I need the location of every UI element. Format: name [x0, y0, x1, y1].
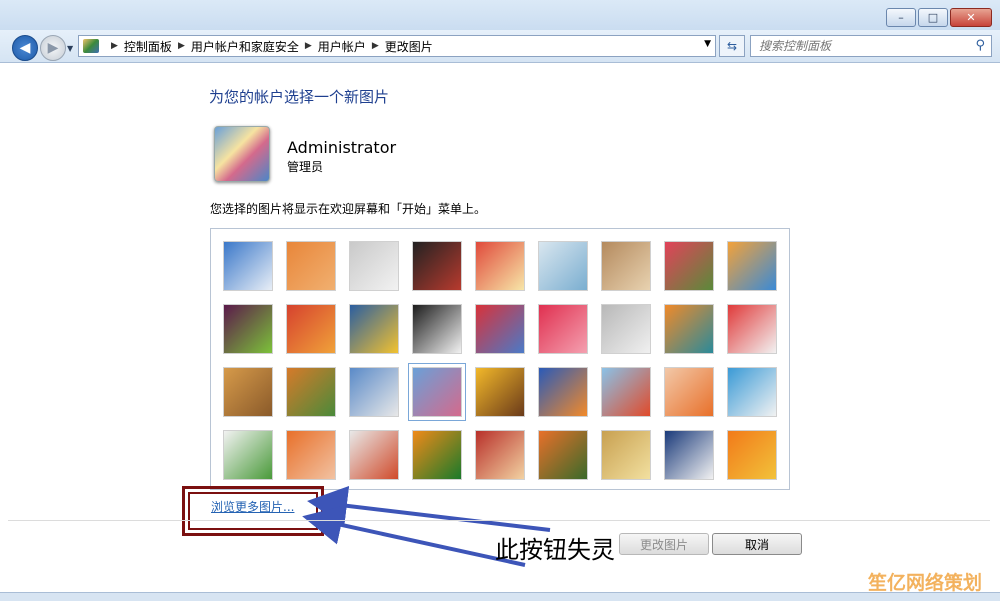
- forward-button[interactable]: ▶: [40, 35, 66, 61]
- user-name: Administrator: [287, 138, 397, 157]
- picture-pinwheel[interactable]: [727, 241, 777, 291]
- address-bar[interactable]: ▶ 控制面板 ▶ 用户帐户和家庭安全 ▶ 用户帐户 ▶ 更改图片 ▼: [78, 35, 716, 57]
- picture-textile[interactable]: [286, 430, 336, 480]
- control-panel-window: – □ ✕ ◀ ▶ ▼ ▶ 控制面板 ▶ 用户帐户和家庭安全 ▶ 用户帐户 ▶ …: [0, 0, 1000, 601]
- picture-gerbera[interactable]: [727, 430, 777, 480]
- footer-divider: [8, 520, 990, 521]
- back-button[interactable]: ◀: [12, 35, 38, 61]
- picture-stairs[interactable]: [664, 304, 714, 354]
- user-role: 管理员: [287, 160, 324, 174]
- picture-toy-robot[interactable]: [349, 367, 399, 417]
- picture-ribbons[interactable]: [408, 363, 466, 421]
- picture-lighthouse[interactable]: [664, 430, 714, 480]
- picture-kitten[interactable]: [601, 241, 651, 291]
- maximize-button[interactable]: □: [918, 8, 948, 27]
- picture-guitar[interactable]: [223, 367, 273, 417]
- picture-doll[interactable]: [664, 367, 714, 417]
- picture-spinning-top[interactable]: [538, 241, 588, 291]
- picture-window-green[interactable]: [412, 430, 462, 480]
- picture-pattern-red[interactable]: [475, 430, 525, 480]
- breadcrumb-control-panel[interactable]: 控制面板: [124, 38, 172, 55]
- window-controls: – □ ✕: [886, 8, 992, 27]
- picture-origami-crane[interactable]: [727, 304, 777, 354]
- search-icon[interactable]: ⚲: [975, 38, 985, 53]
- picture-marbles[interactable]: [349, 430, 399, 480]
- picture-spiral-shell[interactable]: [601, 430, 651, 480]
- recent-pages-dropdown-icon[interactable]: ▼: [67, 44, 73, 53]
- picture-pomeranian[interactable]: [286, 367, 336, 417]
- picture-vinyl-record[interactable]: [412, 241, 462, 291]
- annotation-caption: 此按钮失灵: [495, 536, 615, 564]
- picture-crayons[interactable]: [475, 304, 525, 354]
- search-box[interactable]: ⚲: [750, 35, 992, 57]
- page-title: 为您的帐户选择一个新图片: [209, 88, 390, 106]
- cancel-button[interactable]: 取消: [712, 533, 802, 555]
- picture-leaf[interactable]: [349, 304, 399, 354]
- picture-butterfly[interactable]: [538, 430, 588, 480]
- close-button[interactable]: ✕: [950, 8, 992, 27]
- picture-sailboat[interactable]: [727, 367, 777, 417]
- picture-starfish[interactable]: [286, 241, 336, 291]
- picture-flower-pink[interactable]: [664, 241, 714, 291]
- picture-hot-air-balloon[interactable]: [601, 367, 651, 417]
- picture-sunflower[interactable]: [475, 367, 525, 417]
- refresh-button[interactable]: ⇆: [719, 35, 745, 57]
- picture-roller-coaster[interactable]: [223, 241, 273, 291]
- picture-fabric[interactable]: [286, 304, 336, 354]
- picture-paper-star[interactable]: [538, 304, 588, 354]
- picture-soccer-ball[interactable]: [223, 430, 273, 480]
- breadcrumb-separator-icon[interactable]: ▶: [305, 41, 312, 51]
- watermark: 笙亿网络策划: [868, 572, 983, 594]
- picture-dog-border-collie[interactable]: [412, 304, 462, 354]
- breadcrumb-user-accounts-family[interactable]: 用户帐户和家庭安全: [191, 38, 299, 55]
- picture-note: 您选择的图片将显示在欢迎屏幕和「开始」菜单上。: [210, 202, 487, 216]
- search-input[interactable]: [757, 38, 971, 54]
- breadcrumb-separator-icon[interactable]: ▶: [111, 41, 118, 51]
- breadcrumb-separator-icon[interactable]: ▶: [372, 41, 379, 51]
- address-dropdown-icon[interactable]: ▼: [704, 39, 711, 49]
- change-picture-button[interactable]: 更改图片: [619, 533, 709, 555]
- picture-gallery: [210, 228, 790, 490]
- picture-fish[interactable]: [538, 367, 588, 417]
- picture-lucky-cat[interactable]: [475, 241, 525, 291]
- browse-more-pictures-link[interactable]: 浏览更多图片...: [211, 498, 294, 515]
- refresh-icon: ⇆: [726, 39, 738, 53]
- breadcrumb-separator-icon[interactable]: ▶: [178, 41, 185, 51]
- back-arrow-icon: ◀: [19, 40, 31, 56]
- title-bar: – □ ✕: [0, 0, 1000, 32]
- breadcrumb-user-accounts[interactable]: 用户帐户: [318, 38, 366, 55]
- picture-jacks[interactable]: [601, 304, 651, 354]
- breadcrumb-change-picture[interactable]: 更改图片: [385, 38, 433, 55]
- picture-robot-toy[interactable]: [349, 241, 399, 291]
- control-panel-icon: [83, 39, 99, 53]
- forward-arrow-icon: ▶: [47, 40, 59, 56]
- current-user-picture: [214, 126, 270, 182]
- picture-ball[interactable]: [223, 304, 273, 354]
- minimize-button[interactable]: –: [886, 8, 916, 27]
